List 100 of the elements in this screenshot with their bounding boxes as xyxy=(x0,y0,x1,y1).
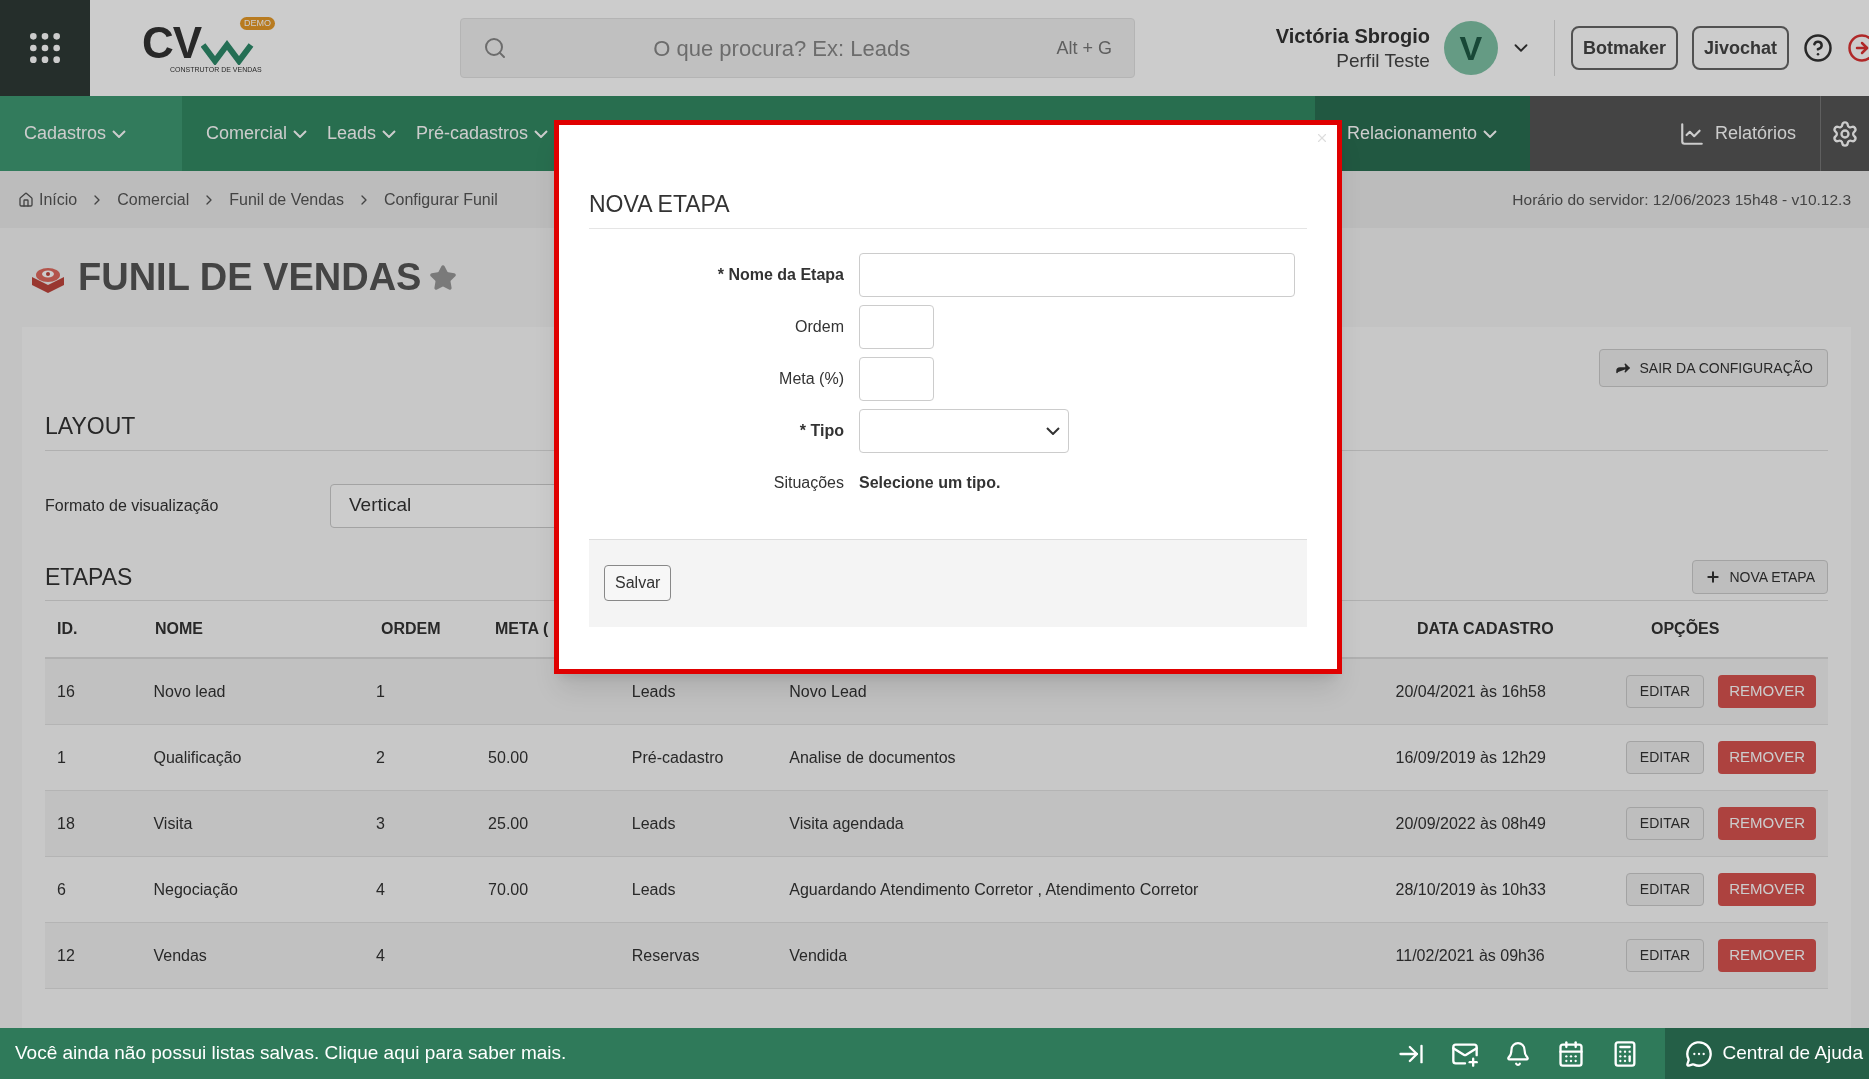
demo-badge: DEMO xyxy=(240,16,275,31)
breadcrumb-link[interactable]: Configurar Funil xyxy=(384,187,498,212)
table-cell: 70.00 xyxy=(488,880,529,898)
nav-menu-item[interactable]: Relacionamento xyxy=(1347,120,1498,147)
shortcut-hint: Alt + G xyxy=(1056,36,1112,60)
apps-menu-button[interactable] xyxy=(0,0,90,96)
table-cell: 12 xyxy=(57,946,75,964)
nav-menu-item[interactable]: Comercial xyxy=(206,120,308,147)
table-cell: Novo lead xyxy=(153,682,226,700)
search-field[interactable]: O que procura? Ex: Leads xyxy=(507,31,1057,65)
table-cell: 1 xyxy=(57,748,66,766)
column-header: DATA CADASTRO xyxy=(1417,620,1554,637)
chevron-down-icon xyxy=(112,129,127,138)
save-button[interactable]: Salvar xyxy=(604,565,672,601)
line-chart-icon xyxy=(1678,120,1705,147)
field-label: Formato de visualização xyxy=(45,495,220,516)
table-cell: Negociação xyxy=(153,880,238,898)
user-avatar[interactable]: V xyxy=(1443,21,1498,75)
table-cell: Aguardando Atendimento Corretor , Atendimento Corretor xyxy=(789,880,1199,898)
table-cell: 1 xyxy=(375,682,385,700)
table-cell: Leads xyxy=(631,880,676,898)
stage-name-field[interactable] xyxy=(859,252,1295,297)
saved-lists-message[interactable]: Você ainda não possui listas salvas. Clique aqui para saber mais. xyxy=(15,1039,567,1068)
table-cell: Leads xyxy=(631,682,676,700)
logo-text: CV xyxy=(142,20,201,65)
table-cell: 20/09/2022 às 08h49 xyxy=(1395,814,1546,832)
home-icon xyxy=(18,191,34,208)
remove-button[interactable]: REMOVER xyxy=(1718,675,1816,708)
table-cell: Visita agendada xyxy=(789,814,904,832)
chevron-down-icon xyxy=(1046,426,1060,435)
nav-menu-item[interactable]: Cadastros xyxy=(24,120,127,147)
user-profile: Perfil Teste xyxy=(1336,48,1430,73)
table-cell: 20/04/2021 às 16h58 xyxy=(1395,682,1546,700)
remove-button[interactable]: REMOVER xyxy=(1718,807,1816,840)
logout-icon[interactable] xyxy=(1847,33,1869,63)
edit-button[interactable]: EDITAR xyxy=(1625,741,1705,774)
table-cell: 16/09/2019 às 12h29 xyxy=(1395,748,1546,766)
table-cell: Visita xyxy=(153,814,193,832)
table-cell: 50.00 xyxy=(488,748,529,766)
favorite-star-icon[interactable] xyxy=(429,263,458,292)
breadcrumb-link[interactable]: Início xyxy=(39,187,78,212)
chevron-down-icon xyxy=(534,129,549,138)
table-cell: 18 xyxy=(57,814,75,832)
table-cell: Reservas xyxy=(631,946,700,964)
column-header: NOME xyxy=(155,620,203,637)
table-cell: Vendas xyxy=(153,946,207,964)
nav-menu-item[interactable]: Pré-cadastros xyxy=(416,120,549,147)
remove-button[interactable]: REMOVER xyxy=(1718,741,1816,774)
breadcrumb-link[interactable]: Comercial xyxy=(117,187,190,212)
chevron-down-icon xyxy=(382,129,397,138)
table-cell: 3 xyxy=(375,814,385,832)
reports-link[interactable]: Relatórios xyxy=(1678,120,1796,147)
new-stage-button[interactable]: NOVA ETAPA xyxy=(1692,560,1828,594)
column-header: OPÇÕES xyxy=(1651,620,1720,637)
edit-button[interactable]: EDITAR xyxy=(1625,873,1705,906)
help-icon[interactable] xyxy=(1803,33,1833,63)
table-cell: 16 xyxy=(57,682,75,700)
edit-button[interactable]: EDITAR xyxy=(1625,675,1705,708)
table-cell: 25.00 xyxy=(488,814,529,832)
table-cell: 28/10/2019 às 10h33 xyxy=(1395,880,1546,898)
column-header: META ( xyxy=(495,620,549,637)
breadcrumb-link[interactable]: Funil de Vendas xyxy=(229,187,344,212)
table-cell: Vendida xyxy=(789,946,848,964)
settings-icon[interactable] xyxy=(1831,119,1859,148)
number-field[interactable] xyxy=(859,356,934,401)
remove-button[interactable]: REMOVER xyxy=(1718,873,1816,906)
column-header: ORDEM xyxy=(381,620,441,637)
calendar-icon[interactable] xyxy=(1556,1039,1585,1068)
app-button[interactable]: Jivochat xyxy=(1691,26,1789,70)
exit-config-button[interactable]: SAIR DA CONFIGURAÇÃO xyxy=(1598,349,1828,387)
user-name: Victória Sbrogio xyxy=(1275,23,1430,49)
number-field[interactable] xyxy=(859,304,934,349)
search-icon xyxy=(483,36,507,60)
app-button[interactable]: Botmaker xyxy=(1570,26,1678,70)
table-cell: Pré-cadastro xyxy=(631,748,724,766)
form-label: Situações xyxy=(773,473,844,491)
table-cell: 2 xyxy=(375,748,385,766)
table-cell: 6 xyxy=(57,880,66,898)
table-cell: Analise de documentos xyxy=(789,748,956,766)
table-cell: Novo Lead xyxy=(789,682,867,700)
form-label: * Nome da Etapa xyxy=(717,265,844,283)
edit-button[interactable]: EDITAR xyxy=(1625,939,1705,972)
table-cell: 4 xyxy=(375,946,385,964)
table-cell: 4 xyxy=(375,880,385,898)
help-center-button[interactable]: Central de Ajuda xyxy=(1664,1028,1869,1079)
nav-menu-item[interactable]: Leads xyxy=(327,120,397,147)
chevron-down-icon xyxy=(293,129,308,138)
chevron-down-icon xyxy=(1483,129,1498,138)
column-header: ID. xyxy=(57,620,78,637)
section-heading: ETAPAS xyxy=(45,562,133,592)
search-box[interactable]: O que procura? Ex: Leads Alt + G xyxy=(460,18,1135,78)
page-title: FUNIL DE VENDAS xyxy=(78,255,422,300)
remove-button[interactable]: REMOVER xyxy=(1718,939,1816,972)
table-cell: Qualificação xyxy=(153,748,242,766)
table-cell: Leads xyxy=(631,814,676,832)
bell-icon[interactable] xyxy=(1504,1040,1531,1067)
situations-hint: Selecione um tipo. xyxy=(859,472,1001,493)
chat-bubble-icon xyxy=(1684,1039,1713,1068)
edit-button[interactable]: EDITAR xyxy=(1625,807,1705,840)
server-time: Horário do servidor: 12/06/2023 15h48 - v10.12.3 xyxy=(1512,189,1851,210)
